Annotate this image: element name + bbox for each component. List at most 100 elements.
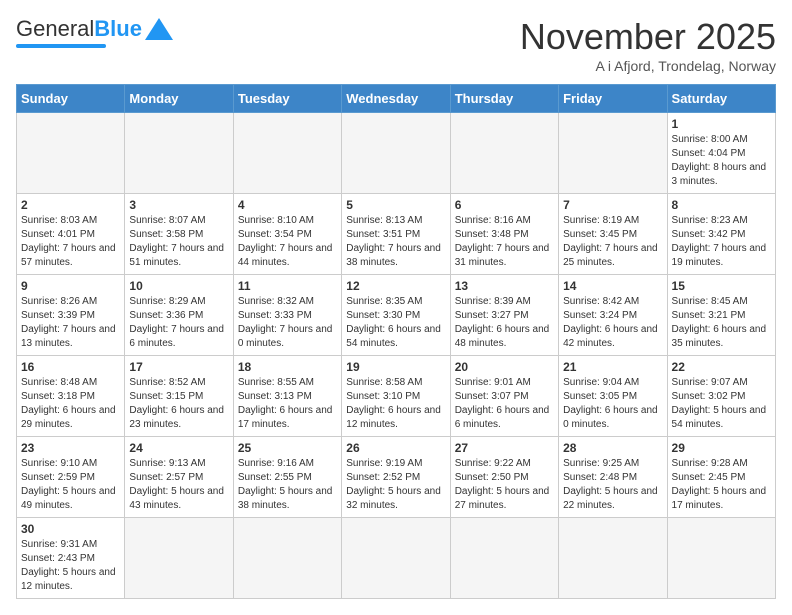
day-info: Sunrise: 8:35 AM Sunset: 3:30 PM Dayligh… (346, 295, 445, 351)
calendar-day-cell: 3Sunrise: 8:07 AM Sunset: 3:58 PM Daylig… (125, 194, 233, 275)
day-info: Sunrise: 9:16 AM Sunset: 2:55 PM Dayligh… (238, 457, 337, 513)
day-number: 28 (563, 441, 662, 455)
day-info: Sunrise: 8:45 AM Sunset: 3:21 PM Dayligh… (672, 295, 771, 351)
day-number: 23 (21, 441, 120, 455)
calendar-week-row: 1Sunrise: 8:00 AM Sunset: 4:04 PM Daylig… (17, 113, 776, 194)
day-number: 25 (238, 441, 337, 455)
calendar-day-cell: 16 Sunrise: 8:48 AM Sunset: 3:18 PM Dayli… (17, 356, 125, 437)
day-number: 6 (455, 198, 554, 212)
day-info: Sunrise: 8:29 AM Sunset: 3:36 PM Dayligh… (129, 295, 228, 351)
calendar-day-cell (342, 113, 450, 194)
day-info: Sunrise: 8:48 AM Sunset: 3:18 PM Dayligh… (21, 376, 120, 432)
calendar-day-cell (450, 518, 558, 599)
calendar-day-cell: 30Sunrise: 9:31 AM Sunset: 2:43 PM Dayli… (17, 518, 125, 599)
calendar-day-cell (233, 518, 341, 599)
calendar-day-cell (667, 518, 775, 599)
day-info: Sunrise: 8:32 AM Sunset: 3:33 PM Dayligh… (238, 295, 337, 351)
calendar-day-cell: 22 Sunrise: 9:07 AM Sunset: 3:02 PM Dayli… (667, 356, 775, 437)
calendar-day-cell (125, 113, 233, 194)
day-info: Sunrise: 8:07 AM Sunset: 3:58 PM Dayligh… (129, 214, 228, 270)
day-info: Sunrise: 8:23 AM Sunset: 3:42 PM Dayligh… (672, 214, 771, 270)
day-info: Sunrise: 8:58 AM Sunset: 3:10 PM Dayligh… (346, 376, 445, 432)
day-number: 5 (346, 198, 445, 212)
calendar-day-cell: 12 Sunrise: 8:35 AM Sunset: 3:30 PM Dayli… (342, 275, 450, 356)
day-info: Sunrise: 9:01 AM Sunset: 3:07 PM Dayligh… (455, 376, 554, 432)
day-info: Sunrise: 8:10 AM Sunset: 3:54 PM Dayligh… (238, 214, 337, 270)
calendar-day-cell: 14 Sunrise: 8:42 AM Sunset: 3:24 PM Dayli… (559, 275, 667, 356)
day-number: 8 (672, 198, 771, 212)
day-info: Sunrise: 9:22 AM Sunset: 2:50 PM Dayligh… (455, 457, 554, 513)
day-number: 17 (129, 360, 228, 374)
day-info: Sunrise: 8:55 AM Sunset: 3:13 PM Dayligh… (238, 376, 337, 432)
day-number: 2 (21, 198, 120, 212)
day-number: 16 (21, 360, 120, 374)
day-info: Sunrise: 9:19 AM Sunset: 2:52 PM Dayligh… (346, 457, 445, 513)
calendar-day-cell (559, 518, 667, 599)
weekday-header-sunday: Sunday (17, 85, 125, 113)
day-number: 19 (346, 360, 445, 374)
day-number: 10 (129, 279, 228, 293)
day-number: 7 (563, 198, 662, 212)
calendar-day-cell (125, 518, 233, 599)
calendar-day-cell: 15 Sunrise: 8:45 AM Sunset: 3:21 PM Dayli… (667, 275, 775, 356)
logo-icon (145, 18, 173, 40)
calendar-day-cell: 28 Sunrise: 9:25 AM Sunset: 2:48 PM Dayli… (559, 437, 667, 518)
day-number: 22 (672, 360, 771, 374)
day-info: Sunrise: 8:26 AM Sunset: 3:39 PM Dayligh… (21, 295, 120, 351)
weekday-header-wednesday: Wednesday (342, 85, 450, 113)
calendar-day-cell: 8 Sunrise: 8:23 AM Sunset: 3:42 PM Daylig… (667, 194, 775, 275)
weekday-header-thursday: Thursday (450, 85, 558, 113)
calendar-day-cell: 5Sunrise: 8:13 AM Sunset: 3:51 PM Daylig… (342, 194, 450, 275)
calendar-day-cell: 1Sunrise: 8:00 AM Sunset: 4:04 PM Daylig… (667, 113, 775, 194)
day-info: Sunrise: 9:31 AM Sunset: 2:43 PM Dayligh… (21, 538, 120, 594)
calendar-day-cell: 17Sunrise: 8:52 AM Sunset: 3:15 PM Dayli… (125, 356, 233, 437)
day-number: 15 (672, 279, 771, 293)
calendar-day-cell (17, 113, 125, 194)
day-info: Sunrise: 9:10 AM Sunset: 2:59 PM Dayligh… (21, 457, 120, 513)
day-number: 4 (238, 198, 337, 212)
calendar-week-row: 9Sunrise: 8:26 AM Sunset: 3:39 PM Daylig… (17, 275, 776, 356)
logo-text: GeneralBlue (16, 16, 142, 42)
day-info: Sunrise: 8:03 AM Sunset: 4:01 PM Dayligh… (21, 214, 120, 270)
day-info: Sunrise: 8:39 AM Sunset: 3:27 PM Dayligh… (455, 295, 554, 351)
calendar-day-cell: 18Sunrise: 8:55 AM Sunset: 3:13 PM Dayli… (233, 356, 341, 437)
calendar-day-cell: 6 Sunrise: 8:16 AM Sunset: 3:48 PM Daylig… (450, 194, 558, 275)
calendar-day-cell: 29 Sunrise: 9:28 AM Sunset: 2:45 PM Dayli… (667, 437, 775, 518)
calendar-day-cell (342, 518, 450, 599)
calendar-table: SundayMondayTuesdayWednesdayThursdayFrid… (16, 84, 776, 599)
day-info: Sunrise: 9:25 AM Sunset: 2:48 PM Dayligh… (563, 457, 662, 513)
weekday-header-friday: Friday (559, 85, 667, 113)
day-info: Sunrise: 9:28 AM Sunset: 2:45 PM Dayligh… (672, 457, 771, 513)
calendar-day-cell (450, 113, 558, 194)
calendar-day-cell: 7Sunrise: 8:19 AM Sunset: 3:45 PM Daylig… (559, 194, 667, 275)
page-header: GeneralBlue November 2025 A i Afjord, Tr… (16, 16, 776, 74)
day-number: 21 (563, 360, 662, 374)
calendar-day-cell: 25 Sunrise: 9:16 AM Sunset: 2:55 PM Dayli… (233, 437, 341, 518)
calendar-day-cell: 2 Sunrise: 8:03 AM Sunset: 4:01 PM Daylig… (17, 194, 125, 275)
day-info: Sunrise: 9:07 AM Sunset: 3:02 PM Dayligh… (672, 376, 771, 432)
calendar-day-cell: 4 Sunrise: 8:10 AM Sunset: 3:54 PM Daylig… (233, 194, 341, 275)
calendar-week-row: 23 Sunrise: 9:10 AM Sunset: 2:59 PM Dayli… (17, 437, 776, 518)
calendar-day-cell: 19 Sunrise: 8:58 AM Sunset: 3:10 PM Dayli… (342, 356, 450, 437)
weekday-header-monday: Monday (125, 85, 233, 113)
logo-underline (16, 44, 106, 48)
day-number: 12 (346, 279, 445, 293)
calendar-week-row: 16 Sunrise: 8:48 AM Sunset: 3:18 PM Dayli… (17, 356, 776, 437)
calendar-day-cell: 21 Sunrise: 9:04 AM Sunset: 3:05 PM Dayli… (559, 356, 667, 437)
calendar-day-cell: 9Sunrise: 8:26 AM Sunset: 3:39 PM Daylig… (17, 275, 125, 356)
day-info: Sunrise: 8:42 AM Sunset: 3:24 PM Dayligh… (563, 295, 662, 351)
calendar-day-cell: 11Sunrise: 8:32 AM Sunset: 3:33 PM Dayli… (233, 275, 341, 356)
weekday-header-saturday: Saturday (667, 85, 775, 113)
day-number: 1 (672, 117, 771, 131)
day-number: 26 (346, 441, 445, 455)
calendar-day-cell: 10 Sunrise: 8:29 AM Sunset: 3:36 PM Dayli… (125, 275, 233, 356)
calendar-day-cell: 24Sunrise: 9:13 AM Sunset: 2:57 PM Dayli… (125, 437, 233, 518)
day-number: 29 (672, 441, 771, 455)
day-number: 14 (563, 279, 662, 293)
weekday-header-row: SundayMondayTuesdayWednesdayThursdayFrid… (17, 85, 776, 113)
month-title: November 2025 (520, 16, 776, 58)
day-info: Sunrise: 9:04 AM Sunset: 3:05 PM Dayligh… (563, 376, 662, 432)
calendar-day-cell: 23 Sunrise: 9:10 AM Sunset: 2:59 PM Dayli… (17, 437, 125, 518)
calendar-week-row: 30Sunrise: 9:31 AM Sunset: 2:43 PM Dayli… (17, 518, 776, 599)
day-info: Sunrise: 8:16 AM Sunset: 3:48 PM Dayligh… (455, 214, 554, 270)
